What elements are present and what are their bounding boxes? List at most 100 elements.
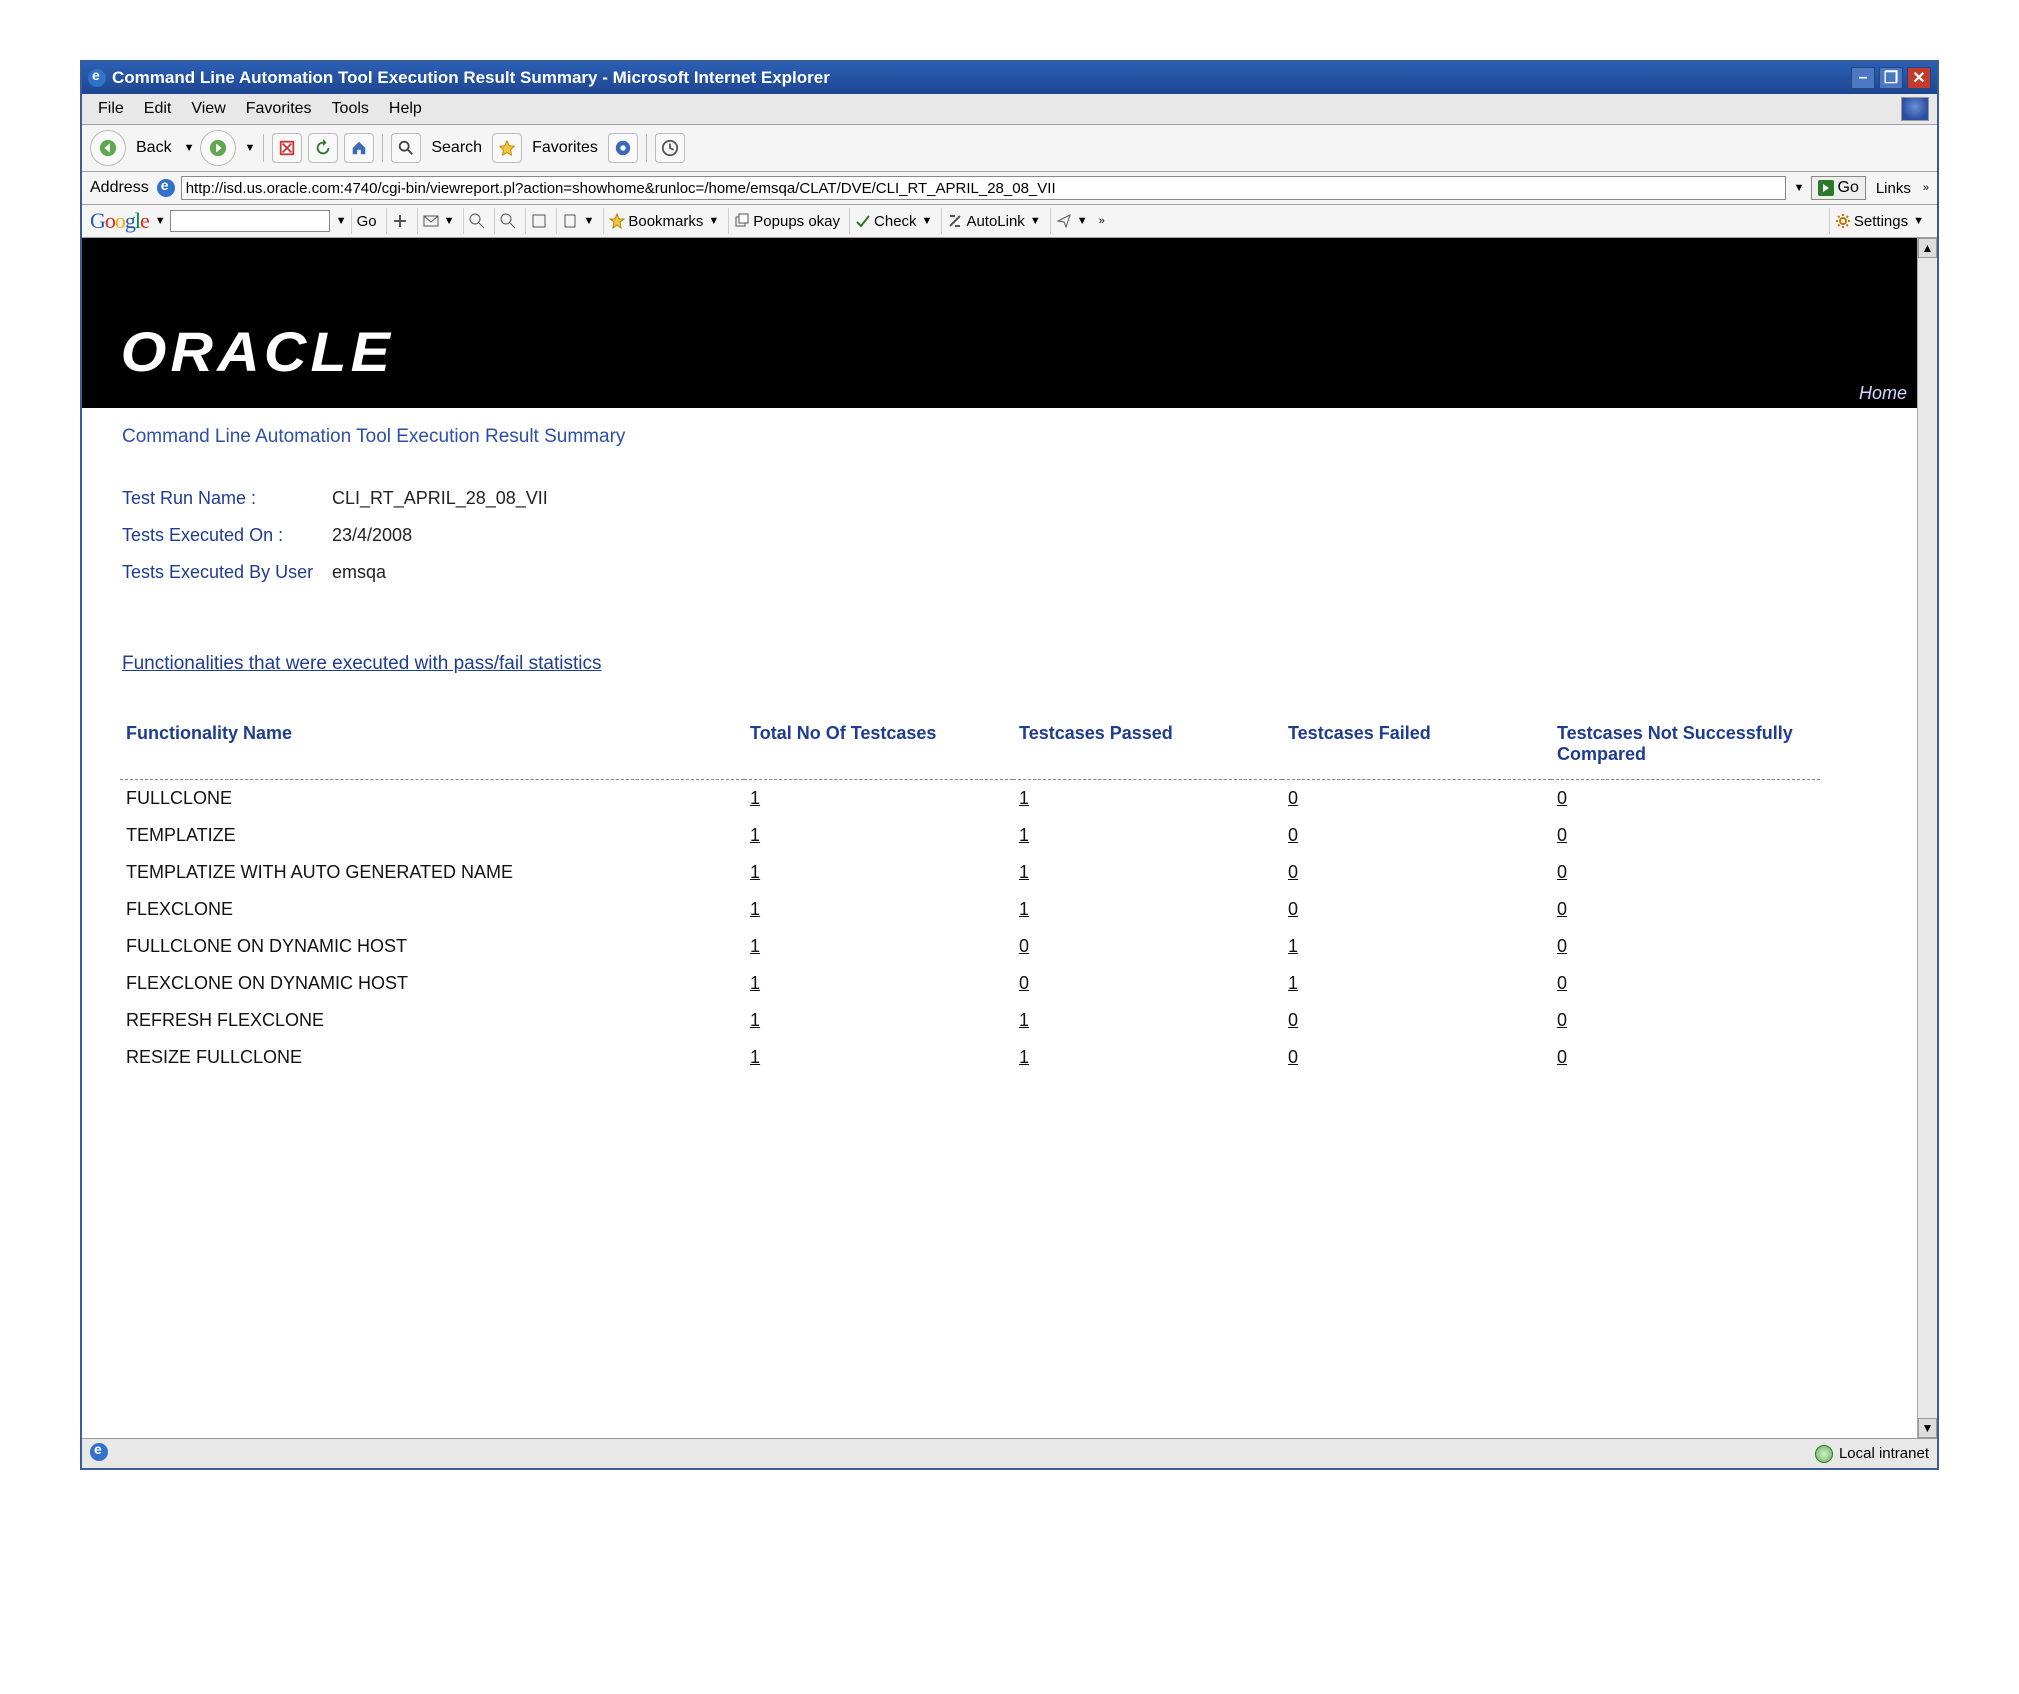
menu-help[interactable]: Help bbox=[381, 98, 430, 120]
cell-failed[interactable]: 0 bbox=[1282, 1039, 1551, 1076]
maximize-button[interactable]: ❐ bbox=[1879, 67, 1903, 89]
cell-failed[interactable]: 0 bbox=[1282, 780, 1551, 818]
cell-failed[interactable]: 0 bbox=[1282, 854, 1551, 891]
table-row: FLEXCLONE ON DYNAMIC HOST1010 bbox=[120, 965, 1820, 1002]
close-button[interactable]: ✕ bbox=[1907, 67, 1931, 89]
menu-edit[interactable]: Edit bbox=[136, 98, 180, 120]
forward-button[interactable] bbox=[200, 130, 236, 166]
google-misc-4[interactable] bbox=[525, 208, 552, 234]
toolbar: Back ▼ ▼ Search Favorites bbox=[82, 125, 1937, 172]
links-button[interactable]: Links bbox=[1872, 180, 1915, 197]
back-dropdown-icon[interactable]: ▼ bbox=[182, 142, 195, 154]
zone-label: Local intranet bbox=[1839, 1445, 1929, 1462]
cell-failed[interactable]: 0 bbox=[1282, 891, 1551, 928]
refresh-button[interactable] bbox=[308, 133, 338, 163]
media-button[interactable] bbox=[608, 133, 638, 163]
oracle-logo: ORACLE bbox=[82, 319, 394, 408]
minimize-button[interactable]: – bbox=[1851, 67, 1875, 89]
menu-favorites[interactable]: Favorites bbox=[238, 98, 320, 120]
cell-notcompared[interactable]: 0 bbox=[1551, 1002, 1820, 1039]
google-brand-dropdown-icon[interactable]: ▼ bbox=[153, 215, 166, 227]
google-search-dropdown-icon[interactable]: ▼ bbox=[334, 215, 347, 227]
google-misc-1[interactable] bbox=[386, 208, 413, 234]
executed-on-label: Tests Executed On : bbox=[122, 525, 332, 546]
cell-passed[interactable]: 1 bbox=[1013, 891, 1282, 928]
google-misc-5[interactable]: ▼ bbox=[556, 208, 599, 234]
back-button[interactable] bbox=[90, 130, 126, 166]
functionalities-heading: Functionalities that were executed with … bbox=[82, 583, 1917, 675]
cell-passed[interactable]: 1 bbox=[1013, 1039, 1282, 1076]
google-popups-button[interactable]: Popups okay bbox=[728, 208, 845, 234]
favorites-button[interactable] bbox=[492, 133, 522, 163]
cell-notcompared[interactable]: 0 bbox=[1551, 965, 1820, 1002]
th-passed: Testcases Passed bbox=[1013, 715, 1282, 780]
cell-passed[interactable]: 0 bbox=[1013, 928, 1282, 965]
table-row: FULLCLONE1100 bbox=[120, 780, 1820, 818]
cell-failed[interactable]: 0 bbox=[1282, 817, 1551, 854]
home-link[interactable]: Home bbox=[1859, 383, 1907, 404]
google-send-button[interactable]: ▼ bbox=[1050, 208, 1093, 234]
th-name: Functionality Name bbox=[120, 715, 744, 780]
forward-dropdown-icon[interactable]: ▼ bbox=[242, 142, 255, 154]
cell-notcompared[interactable]: 0 bbox=[1551, 928, 1820, 965]
cell-total[interactable]: 1 bbox=[744, 817, 1013, 854]
menu-view[interactable]: View bbox=[183, 98, 233, 120]
stop-button[interactable] bbox=[272, 133, 302, 163]
check-spell-icon bbox=[855, 213, 871, 229]
google-go-button[interactable]: Go bbox=[351, 208, 382, 234]
cell-passed[interactable]: 1 bbox=[1013, 854, 1282, 891]
cell-notcompared[interactable]: 0 bbox=[1551, 1039, 1820, 1076]
statusbar-left bbox=[90, 1443, 108, 1465]
executed-on-value: 23/4/2008 bbox=[332, 525, 1917, 546]
cell-name: REFRESH FLEXCLONE bbox=[120, 1002, 744, 1039]
cell-passed[interactable]: 1 bbox=[1013, 1002, 1282, 1039]
home-button[interactable] bbox=[344, 133, 374, 163]
cell-total[interactable]: 1 bbox=[744, 928, 1013, 965]
go-button[interactable]: Go bbox=[1811, 176, 1866, 200]
table-row: TEMPLATIZE WITH AUTO GENERATED NAME1100 bbox=[120, 854, 1820, 891]
cell-total[interactable]: 1 bbox=[744, 1039, 1013, 1076]
addressbar: Address ▼ Go Links » bbox=[82, 172, 1937, 205]
cell-total[interactable]: 1 bbox=[744, 965, 1013, 1002]
cell-total[interactable]: 1 bbox=[744, 854, 1013, 891]
scroll-up-icon[interactable]: ▲ bbox=[1918, 238, 1937, 258]
search-button[interactable] bbox=[391, 133, 421, 163]
google-autolink-button[interactable]: AutoLink▼ bbox=[941, 208, 1045, 234]
cell-notcompared[interactable]: 0 bbox=[1551, 854, 1820, 891]
refresh-icon bbox=[314, 139, 332, 157]
cell-name: FULLCLONE ON DYNAMIC HOST bbox=[120, 928, 744, 965]
cell-failed[interactable]: 1 bbox=[1282, 965, 1551, 1002]
cell-total[interactable]: 1 bbox=[744, 1002, 1013, 1039]
links-chevron-icon[interactable]: » bbox=[1921, 182, 1929, 194]
scroll-down-icon[interactable]: ▼ bbox=[1918, 1418, 1937, 1438]
history-button[interactable] bbox=[655, 133, 685, 163]
google-check-button[interactable]: Check▼ bbox=[849, 208, 937, 234]
google-bookmarks-button[interactable]: Bookmarks▼ bbox=[603, 208, 724, 234]
menu-tools[interactable]: Tools bbox=[324, 98, 377, 120]
cell-passed[interactable]: 0 bbox=[1013, 965, 1282, 1002]
google-overflow-icon[interactable]: » bbox=[1097, 215, 1105, 227]
cell-passed[interactable]: 1 bbox=[1013, 817, 1282, 854]
google-search-input[interactable] bbox=[170, 210, 330, 232]
statusbar: Local intranet bbox=[82, 1438, 1937, 1468]
google-misc-2[interactable] bbox=[463, 208, 490, 234]
cell-notcompared[interactable]: 0 bbox=[1551, 891, 1820, 928]
google-mail-button[interactable]: ▼ bbox=[417, 208, 460, 234]
cell-failed[interactable]: 1 bbox=[1282, 928, 1551, 965]
address-dropdown-icon[interactable]: ▼ bbox=[1792, 182, 1805, 194]
vertical-scrollbar[interactable]: ▲ ▼ bbox=[1917, 238, 1937, 1438]
table-header-row: Functionality Name Total No Of Testcases… bbox=[120, 715, 1820, 780]
cell-total[interactable]: 1 bbox=[744, 780, 1013, 818]
menu-file[interactable]: File bbox=[90, 98, 132, 120]
address-input[interactable] bbox=[181, 176, 1786, 200]
cell-notcompared[interactable]: 0 bbox=[1551, 817, 1820, 854]
search-icon bbox=[397, 139, 415, 157]
cell-total[interactable]: 1 bbox=[744, 891, 1013, 928]
favorites-label: Favorites bbox=[528, 139, 602, 157]
google-misc-3[interactable] bbox=[494, 208, 521, 234]
cell-failed[interactable]: 0 bbox=[1282, 1002, 1551, 1039]
cell-notcompared[interactable]: 0 bbox=[1551, 780, 1820, 818]
google-settings-button[interactable]: Settings▼ bbox=[1829, 208, 1929, 234]
cell-passed[interactable]: 1 bbox=[1013, 780, 1282, 818]
media-icon bbox=[614, 139, 632, 157]
